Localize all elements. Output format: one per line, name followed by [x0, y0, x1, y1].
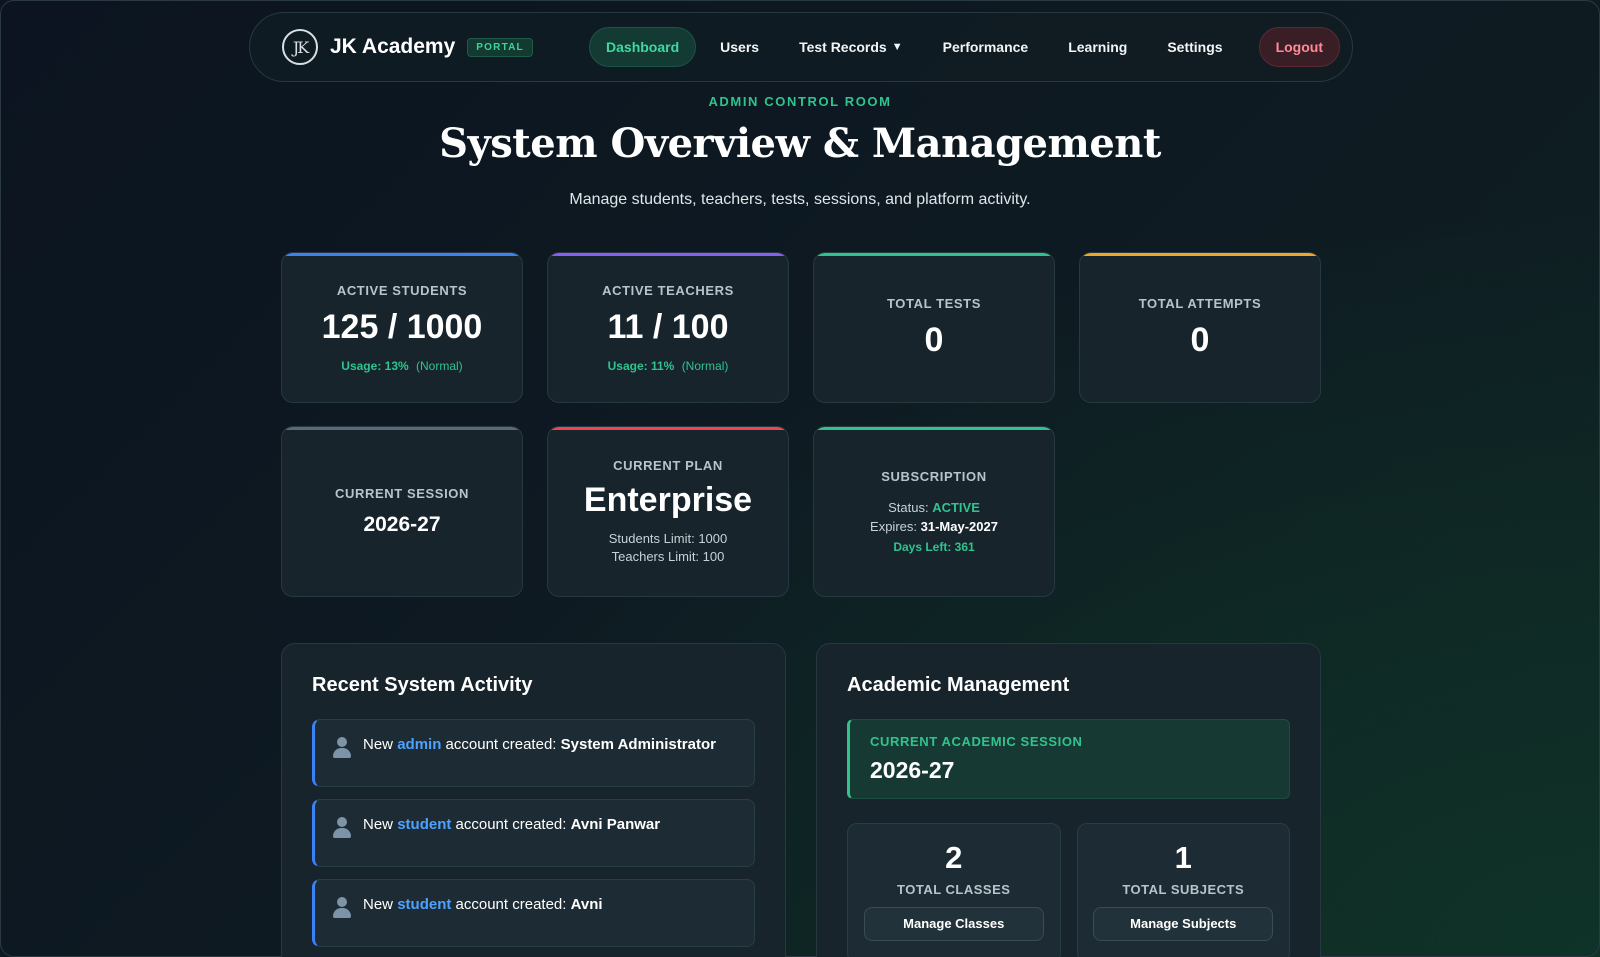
usage-line: Usage: 11% (Normal): [608, 359, 729, 373]
nav-performance[interactable]: Performance: [927, 28, 1045, 66]
teachers-limit: Teachers Limit: 100: [611, 548, 725, 564]
total-subjects-card: 1 TOTAL SUBJECTS Manage Subjects: [1076, 823, 1290, 957]
academic-session-box: CURRENT ACADEMIC SESSION 2026-27: [847, 719, 1290, 799]
activity-item: New student account created: Avni Panwar: [312, 799, 755, 867]
stat-value: 11 / 100: [607, 307, 729, 346]
activity-role: admin: [397, 736, 442, 753]
activity-prefix: New: [363, 896, 394, 913]
portal-badge: PORTAL: [467, 37, 533, 57]
activity-user-name: Avni: [570, 896, 603, 913]
activity-user-name: System Administrator: [560, 736, 716, 753]
stat-card-active-students: ACTIVE STUDENTS 125 / 1000 Usage: 13% (N…: [281, 252, 523, 403]
page-eyebrow: ADMIN CONTROL ROOM: [708, 94, 892, 109]
logout-button[interactable]: Logout: [1258, 27, 1340, 67]
activity-action: account created:: [455, 816, 567, 833]
stat-label: SUBSCRIPTION: [881, 469, 987, 484]
academic-stats-row: 2 TOTAL CLASSES Manage Classes 1 TOTAL S…: [847, 823, 1290, 957]
stat-card-active-teachers: ACTIVE TEACHERS 11 / 100 Usage: 11% (Nor…: [547, 252, 789, 403]
nav-links: Dashboard Users Test Records ▼ Performan…: [589, 27, 1340, 67]
activity-text: New student account created: Avni Panwar: [363, 816, 660, 833]
nav-learning[interactable]: Learning: [1052, 28, 1143, 66]
students-limit: Students Limit: 1000: [608, 530, 728, 546]
brand-name: JK Academy: [330, 35, 456, 58]
subscription-expiry: Expires: 31-May-2027: [870, 517, 998, 536]
academic-management-panel: Academic Management CURRENT ACADEMIC SES…: [816, 643, 1321, 957]
stat-label: ACTIVE TEACHERS: [602, 282, 734, 298]
brand[interactable]: JK JK Academy PORTAL: [282, 29, 533, 65]
stat-label: CURRENT PLAN: [613, 457, 723, 473]
usage-percent: Usage: 13%: [341, 358, 409, 373]
top-navbar: JK JK Academy PORTAL Dashboard Users Tes…: [249, 12, 1353, 82]
stat-value: 2026-27: [363, 513, 441, 536]
stat-label: CURRENT SESSION: [335, 486, 469, 501]
usage-line: Usage: 13% (Normal): [341, 359, 462, 373]
status-badge: ACTIVE: [932, 500, 980, 515]
activity-prefix: New: [363, 816, 394, 833]
stat-value: 0: [924, 320, 944, 359]
classes-count: 2: [945, 840, 963, 875]
stat-card-current-plan: CURRENT PLAN Enterprise Students Limit: …: [547, 426, 789, 597]
caret-down-icon: ▼: [891, 41, 903, 53]
activity-text: New admin account created: System Admini…: [363, 736, 716, 753]
manage-classes-button[interactable]: Manage Classes: [863, 907, 1044, 941]
days-left: Days Left: 361: [893, 540, 975, 554]
total-classes-card: 2 TOTAL CLASSES Manage Classes: [847, 823, 1061, 957]
page-subtitle: Manage students, teachers, tests, sessio…: [569, 191, 1031, 208]
stat-label: TOTAL TESTS: [887, 295, 981, 311]
status-label: Status:: [888, 500, 929, 515]
stat-card-total-attempts: TOTAL ATTEMPTS 0: [1079, 252, 1321, 403]
activity-role: student: [397, 816, 452, 833]
subjects-label: TOTAL SUBJECTS: [1122, 882, 1245, 897]
usage-percent: Usage: 11%: [607, 358, 675, 373]
stat-label: TOTAL ATTEMPTS: [1138, 295, 1262, 311]
stat-card-current-session: CURRENT SESSION 2026-27: [281, 426, 523, 597]
session-label: CURRENT ACADEMIC SESSION: [870, 734, 1083, 749]
page-title: System Overview & Management: [439, 120, 1161, 167]
stat-card-subscription: SUBSCRIPTION Status: ACTIVE Expires: 31-…: [813, 426, 1055, 597]
nav-users[interactable]: Users: [704, 28, 775, 66]
expires-label: Expires:: [870, 519, 917, 534]
usage-status: (Normal): [416, 358, 463, 373]
user-icon: [331, 737, 353, 759]
nav-dashboard[interactable]: Dashboard: [589, 27, 697, 67]
subjects-count: 1: [1174, 840, 1192, 875]
panel-title: Academic Management: [847, 674, 1070, 696]
nav-test-records[interactable]: Test Records ▼: [783, 28, 919, 66]
activity-action: account created:: [445, 736, 557, 753]
panel-title: Recent System Activity: [312, 674, 533, 696]
subscription-status: Status: ACTIVE: [888, 498, 980, 517]
session-value: 2026-27: [870, 757, 955, 783]
activity-item: New admin account created: System Admini…: [312, 719, 755, 787]
stat-label: ACTIVE STUDENTS: [336, 282, 468, 298]
activity-action: account created:: [455, 896, 567, 913]
nav-settings[interactable]: Settings: [1151, 28, 1238, 66]
plan-name: Enterprise: [583, 480, 753, 519]
activity-user-name: Avni Panwar: [570, 816, 661, 833]
stat-card-total-tests: TOTAL TESTS 0: [813, 252, 1055, 403]
nav-test-records-label: Test Records: [799, 39, 887, 55]
activity-prefix: New: [363, 736, 394, 753]
activity-item: New student account created: Avni: [312, 879, 755, 947]
expires-date: 31-May-2027: [920, 519, 998, 534]
activity-role: student: [397, 896, 452, 913]
recent-activity-panel: Recent System Activity New admin account…: [281, 643, 786, 957]
user-icon: [331, 897, 353, 919]
classes-label: TOTAL CLASSES: [897, 882, 1011, 897]
stat-value: 0: [1190, 320, 1210, 359]
usage-status: (Normal): [681, 358, 729, 373]
jk-logo-icon: JK: [282, 29, 318, 65]
stat-value: 125 / 1000: [321, 307, 483, 346]
user-icon: [331, 817, 353, 839]
manage-subjects-button[interactable]: Manage Subjects: [1093, 907, 1274, 941]
activity-text: New student account created: Avni: [363, 896, 603, 913]
